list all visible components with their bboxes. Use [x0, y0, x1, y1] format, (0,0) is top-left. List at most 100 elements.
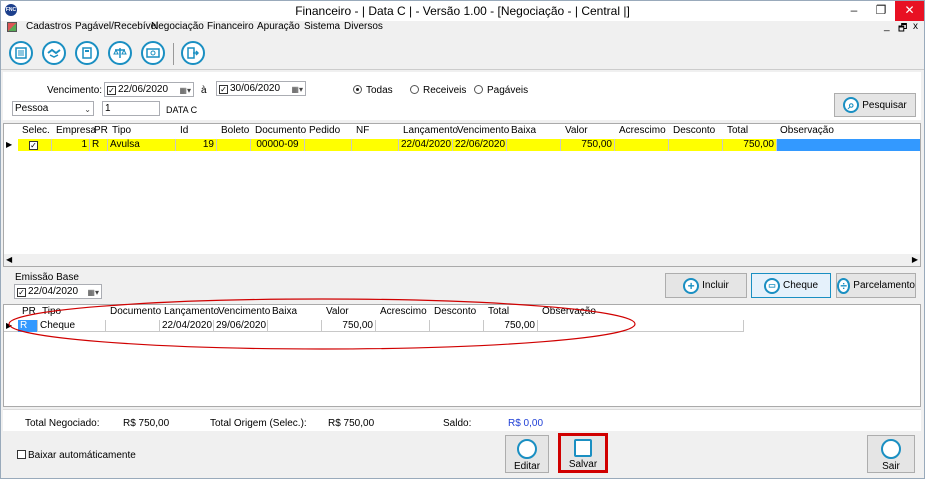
col-observacao[interactable]: Observação	[780, 125, 834, 136]
app-window: FNC Financeiro - | Data C | - Versão 1.0…	[0, 0, 925, 479]
radio-receiveis[interactable]: Receiveis	[410, 85, 466, 96]
col-selec[interactable]: Selec.	[22, 125, 50, 136]
search-button[interactable]: ⌕ Pesquisar	[834, 93, 916, 117]
radio-todas-label: Todas	[366, 85, 393, 96]
mdi-close-icon[interactable]: x	[913, 21, 918, 32]
date-from-checkbox[interactable]: ✓	[107, 86, 116, 95]
cell-total: 750,00	[723, 139, 777, 151]
date-from-field[interactable]: ✓ 22/06/2020 ▦▾	[104, 82, 194, 97]
results-grid: Selec. Empresa PR Tipo Id Boleto Documen…	[3, 123, 921, 267]
cell-lancamento: 22/04/2020	[399, 139, 453, 151]
menu-pagavel-recebivel[interactable]: Pagável/Recebível	[75, 21, 158, 32]
total-origem-value: R$ 750,00	[328, 418, 375, 429]
window-title: Financeiro - | Data C | - Versão 1.00 - …	[295, 4, 630, 18]
col-empresa[interactable]: Empresa	[56, 125, 96, 136]
col-id[interactable]: Id	[180, 125, 188, 136]
parcelamento-button[interactable]: ÷ Parcelamento	[836, 273, 916, 298]
incluir-label: Incluir	[702, 280, 729, 291]
cell-selec[interactable]: ✓	[18, 139, 52, 151]
vencimento-label: Vencimento:	[47, 85, 103, 96]
date-to-field[interactable]: ✓ 30/06/2020 ▦▾	[216, 81, 306, 96]
exit-icon[interactable]	[181, 41, 205, 65]
sair-label: Sair	[882, 461, 900, 472]
scroll-left-icon[interactable]: ◀	[6, 255, 12, 264]
cell-nf	[352, 139, 399, 151]
handshake-icon[interactable]	[42, 41, 66, 65]
col-documento[interactable]: Documento	[255, 125, 306, 136]
radio-todas[interactable]: Todas	[353, 85, 393, 96]
salvar-label: Salvar	[568, 459, 598, 470]
menu-negociacao[interactable]: Negociação	[151, 21, 204, 32]
menu-diversos[interactable]: Diversos	[344, 21, 383, 32]
cheque-button[interactable]: ▭ Cheque	[751, 273, 831, 298]
baixar-auto-checkbox[interactable]: Baixar automáticamente	[17, 450, 136, 461]
cell-acrescimo	[615, 139, 669, 151]
restore-icon[interactable]: ❐	[867, 1, 895, 21]
total-negociado-value: R$ 750,00	[123, 418, 170, 429]
date-to-value: 30/06/2020	[230, 83, 281, 94]
row-select-checkbox[interactable]: ✓	[29, 141, 38, 150]
list-icon[interactable]	[9, 41, 33, 65]
person-name: DATA C	[166, 105, 198, 115]
date-range-separator: à	[201, 85, 207, 96]
table-row[interactable]: ▶ ✓ 1 R Avulsa 19 00000-09 22/04/2020 22…	[4, 139, 920, 151]
col-nf[interactable]: NF	[356, 125, 369, 136]
calculator-icon[interactable]	[75, 41, 99, 65]
col-vencimento[interactable]: Vencimento	[457, 125, 509, 136]
mdi-minimize-icon[interactable]: _	[884, 21, 890, 32]
calendar-dropdown-icon[interactable]: ▦▾	[179, 84, 191, 97]
scale-icon[interactable]	[108, 41, 132, 65]
saldo-label: Saldo:	[443, 418, 472, 429]
row-pointer-icon: ▶	[6, 140, 13, 149]
editar-button[interactable]: Editar	[505, 435, 549, 473]
col-boleto[interactable]: Boleto	[221, 125, 249, 136]
col-tipo[interactable]: Tipo	[112, 125, 131, 136]
date-to-checkbox[interactable]: ✓	[219, 85, 228, 94]
col-baixa[interactable]: Baixa	[511, 125, 536, 136]
mdi-document-icon[interactable]	[7, 22, 17, 32]
incluir-button[interactable]: + Incluir	[665, 273, 747, 298]
person-type-select[interactable]: Pessoa ⌄	[12, 101, 94, 116]
cell-observacao[interactable]	[777, 139, 920, 151]
date-from-value: 22/06/2020	[118, 84, 169, 95]
cell-valor: 750,00	[561, 139, 615, 151]
close-icon[interactable]: ✕	[895, 1, 924, 21]
parcelamento-label: Parcelamento	[853, 280, 915, 291]
exit-icon	[881, 439, 901, 459]
mdi-restore-icon[interactable]: 🗗	[898, 21, 907, 38]
col-desconto[interactable]: Desconto	[673, 125, 715, 136]
cell-boleto	[217, 139, 251, 151]
col-total[interactable]: Total	[727, 125, 748, 136]
col-valor[interactable]: Valor	[565, 125, 588, 136]
save-icon	[574, 439, 592, 457]
col-lancamento[interactable]: Lançamento	[403, 125, 458, 136]
money-icon[interactable]	[141, 41, 165, 65]
radio-icon	[410, 85, 419, 94]
scroll-right-icon[interactable]: ▶	[912, 255, 918, 264]
radio-receiveis-label: Receiveis	[423, 85, 467, 96]
col-pedido[interactable]: Pedido	[309, 125, 340, 136]
total-negociado-label: Total Negociado:	[25, 418, 100, 429]
calendar-dropdown-icon[interactable]: ▦▾	[291, 83, 303, 96]
horizontal-scrollbar[interactable]: ◀ ▶	[4, 254, 920, 266]
cheque-icon: ▭	[763, 277, 780, 294]
salvar-button[interactable]: Salvar	[558, 433, 608, 473]
person-code-input[interactable]: 1	[102, 101, 160, 116]
menu-cadastros[interactable]: Cadastros	[26, 21, 72, 32]
sair-button[interactable]: Sair	[867, 435, 915, 473]
minimize-icon[interactable]: –	[840, 1, 868, 21]
menu-apuracao[interactable]: Apuração	[257, 21, 300, 32]
col-acrescimo[interactable]: Acrescimo	[619, 125, 666, 136]
chevron-down-icon: ⌄	[84, 105, 91, 114]
menu-sistema[interactable]: Sistema	[304, 21, 340, 32]
cell-id: 19	[176, 139, 217, 151]
cheque-label: Cheque	[782, 280, 819, 291]
cell-pedido	[305, 139, 352, 151]
menu-financeiro[interactable]: Financeiro	[207, 21, 254, 32]
cell-pr: R	[90, 139, 108, 151]
title-bar: FNC Financeiro - | Data C | - Versão 1.0…	[1, 1, 924, 21]
col-pr[interactable]: PR	[94, 125, 108, 136]
person-type-value: Pessoa	[15, 103, 49, 114]
radio-pagaveis[interactable]: Pagáveis	[474, 85, 528, 96]
results-grid-header: Selec. Empresa PR Tipo Id Boleto Documen…	[4, 124, 920, 137]
